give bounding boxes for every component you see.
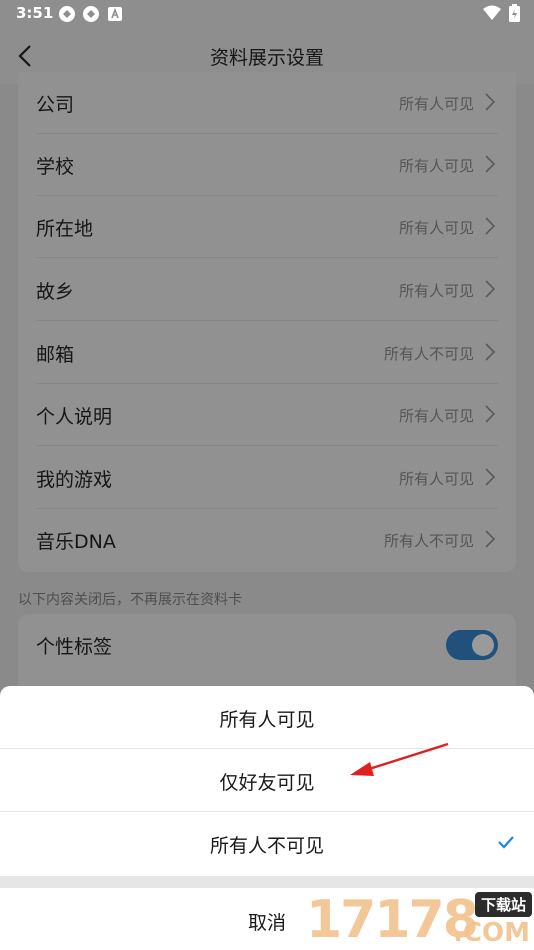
watermark-logo: 17178 下载站 .COM xyxy=(306,888,532,950)
setting-label: 我的游戏 xyxy=(36,469,113,491)
chevron-right-icon xyxy=(485,93,496,111)
setting-value: 所有人可见 xyxy=(398,470,474,488)
status-time: 3:51 xyxy=(16,4,54,22)
setting-value: 所有人可见 xyxy=(398,407,474,425)
annotation-arrow-icon xyxy=(350,742,449,776)
chevron-right-icon xyxy=(485,405,496,423)
option-label: 仅好友可见 xyxy=(219,772,315,794)
sheet-separator xyxy=(0,876,534,888)
sync-icon xyxy=(82,5,100,23)
setting-label: 公司 xyxy=(36,94,75,116)
setting-row-music-dna[interactable]: 音乐DNA 所有人不可见 xyxy=(18,509,516,571)
setting-row-company[interactable]: 公司 所有人可见 xyxy=(18,72,516,134)
option-friends-only[interactable]: 仅好友可见 xyxy=(0,749,534,811)
chevron-right-icon xyxy=(485,280,496,298)
option-everyone-visible[interactable]: 所有人可见 xyxy=(0,686,534,748)
setting-row-location[interactable]: 所在地 所有人可见 xyxy=(18,196,516,258)
setting-label: 个性标签 xyxy=(36,636,113,658)
divider xyxy=(36,257,498,258)
watermark-number: 17178 xyxy=(306,890,479,950)
status-icons-right xyxy=(483,4,520,26)
setting-label: 音乐DNA xyxy=(36,531,116,553)
setting-label: 故乡 xyxy=(36,281,75,303)
setting-value: 所有人可见 xyxy=(398,219,474,237)
option-label: 所有人不可见 xyxy=(209,835,324,857)
setting-row-tags: 个性标签 xyxy=(18,614,516,676)
wifi-icon xyxy=(483,5,501,25)
battery-icon xyxy=(509,4,520,26)
setting-label: 个人说明 xyxy=(36,406,113,428)
chevron-right-icon xyxy=(485,530,496,548)
setting-row-bio[interactable]: 个人说明 所有人可见 xyxy=(18,384,516,446)
tags-toggle[interactable] xyxy=(446,630,498,660)
setting-row-games[interactable]: 我的游戏 所有人可见 xyxy=(18,447,516,509)
setting-value: 所有人不可见 xyxy=(383,532,474,550)
chevron-right-icon xyxy=(485,217,496,235)
setting-value: 所有人可见 xyxy=(398,157,474,175)
sync-icon xyxy=(58,5,76,23)
chevron-right-icon xyxy=(485,468,496,486)
section-note: 以下内容关闭后，不再展示在资料卡 xyxy=(18,592,242,608)
cancel-label: 取消 xyxy=(247,912,286,934)
setting-label: 所在地 xyxy=(36,218,94,240)
divider xyxy=(36,445,498,446)
page-title: 资料展示设置 xyxy=(209,47,324,69)
option-nobody-visible[interactable]: 所有人不可见 xyxy=(0,812,534,874)
chevron-right-icon xyxy=(485,155,496,173)
setting-row-hometown[interactable]: 故乡 所有人可见 xyxy=(18,259,516,321)
setting-value: 所有人可见 xyxy=(398,95,474,113)
status-bar: 3:51 xyxy=(0,0,534,28)
setting-row-school[interactable]: 学校 所有人可见 xyxy=(18,134,516,196)
setting-value: 所有人不可见 xyxy=(383,345,474,363)
chevron-right-icon xyxy=(485,343,496,361)
checkmark-icon xyxy=(498,836,514,849)
setting-value: 所有人可见 xyxy=(398,282,474,300)
toggle-knob xyxy=(472,634,494,656)
a-badge-icon xyxy=(106,5,124,23)
privacy-settings-card: 公司 所有人可见 学校 所有人可见 所在地 所有人可见 故乡 所有人可见 邮箱 … xyxy=(18,72,516,572)
setting-label: 学校 xyxy=(36,156,75,178)
status-icons-left xyxy=(58,5,124,23)
watermark-suffix: .COM xyxy=(453,918,530,948)
setting-label: 邮箱 xyxy=(36,344,75,366)
option-label: 所有人可见 xyxy=(219,709,315,731)
watermark-badge: 下载站 xyxy=(474,892,532,917)
setting-row-email[interactable]: 邮箱 所有人不可见 xyxy=(18,322,516,384)
divider xyxy=(36,320,498,321)
